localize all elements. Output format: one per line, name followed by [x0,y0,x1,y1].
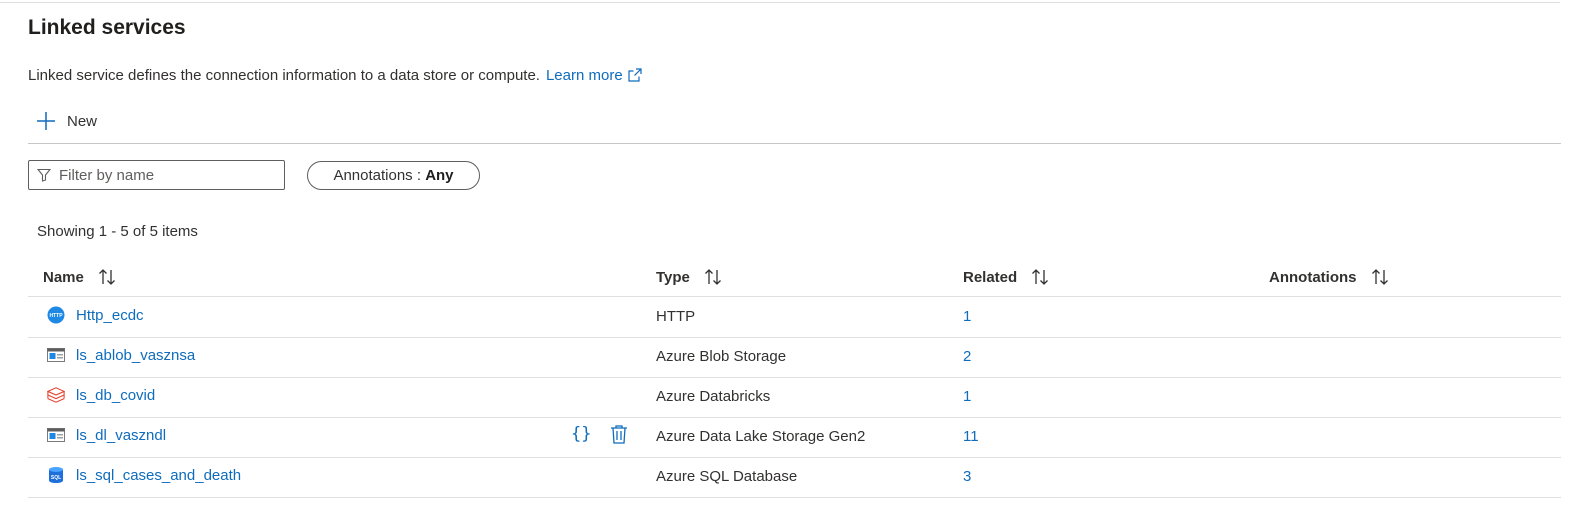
row-actions: {} [571,424,628,444]
column-header-annotations-label: Annotations [1269,268,1357,286]
trash-icon[interactable] [610,424,628,444]
name-cell: ls_db_covid [47,386,155,404]
linked-service-link[interactable]: ls_dl_vaszndl [76,427,166,444]
http-icon: HTTP [47,306,65,324]
type-cell: Azure Databricks [656,388,771,405]
learn-more-link[interactable]: Learn more [546,67,642,84]
databricks-icon [47,387,65,403]
page-title: Linked services [28,16,186,39]
related-count[interactable]: 1 [963,388,971,405]
filter-box [28,160,285,190]
svg-text:SQL: SQL [51,475,61,481]
data-lake-icon [47,428,65,442]
item-count: Showing 1 - 5 of 5 items [37,223,198,240]
column-header-name-label: Name [43,268,84,286]
column-header-type[interactable]: Type [656,267,723,287]
linked-service-link[interactable]: ls_ablob_vasznsa [76,347,195,364]
plus-icon [37,112,55,130]
table-row[interactable]: HTTP Http_ecdc HTTP 1 [28,297,1561,338]
top-divider [0,2,1560,3]
name-cell: ls_ablob_vasznsa [47,346,195,364]
table-row[interactable]: SQL ls_sql_cases_and_death Azure SQL Dat… [28,457,1561,498]
sql-database-icon: SQL [49,467,63,483]
related-count[interactable]: 3 [963,468,971,485]
related-count[interactable]: 11 [963,428,979,445]
new-button[interactable]: New [36,108,97,134]
braces-icon[interactable]: {} [571,424,591,444]
table-row[interactable]: ls_ablob_vasznsa Azure Blob Storage 2 [28,337,1561,378]
sort-icon[interactable] [1030,267,1050,287]
table-header: Name Type Related Annotations [28,260,1561,297]
column-header-related-label: Related [963,268,1018,286]
name-cell: HTTP Http_ecdc [47,306,144,324]
type-cell: HTTP [656,308,696,325]
annotations-filter-pill[interactable]: Annotations : Any [307,161,480,190]
sort-icon[interactable] [1370,267,1390,287]
description-text: Linked service defines the connection in… [28,67,540,84]
toolbar-divider [28,143,1561,144]
new-button-label: New [67,112,98,130]
annotations-filter-value: Any [425,167,454,184]
annotations-filter-label: Annotations : [333,167,422,184]
column-header-type-label: Type [656,268,690,286]
name-cell: ls_dl_vaszndl [47,426,166,444]
type-cell: Azure SQL Database [656,468,798,485]
column-header-name[interactable]: Name [43,267,117,287]
linked-service-link[interactable]: ls_sql_cases_and_death [76,467,241,484]
name-cell: SQL ls_sql_cases_and_death [47,466,241,484]
table-row[interactable]: ls_db_covid Azure Databricks 1 [28,377,1561,418]
page-description: Linked service defines the connection in… [28,67,642,84]
type-cell: Azure Data Lake Storage Gen2 [656,428,866,445]
type-cell: Azure Blob Storage [656,348,787,365]
filter-icon [37,168,51,182]
sort-icon[interactable] [97,267,117,287]
table-row[interactable]: ls_dl_vaszndl {} Azure Data Lake Storage… [28,417,1561,458]
related-count[interactable]: 2 [963,348,971,365]
blob-storage-icon [47,348,65,362]
filter-by-name-input[interactable] [59,165,279,185]
linked-service-link[interactable]: ls_db_covid [76,387,155,404]
related-count[interactable]: 1 [963,308,971,325]
sort-icon[interactable] [703,267,723,287]
external-link-icon [628,68,642,82]
linked-service-link[interactable]: Http_ecdc [76,307,144,324]
column-header-annotations[interactable]: Annotations [1269,267,1390,287]
svg-text:HTTP: HTTP [49,313,63,319]
column-header-related[interactable]: Related [963,267,1050,287]
